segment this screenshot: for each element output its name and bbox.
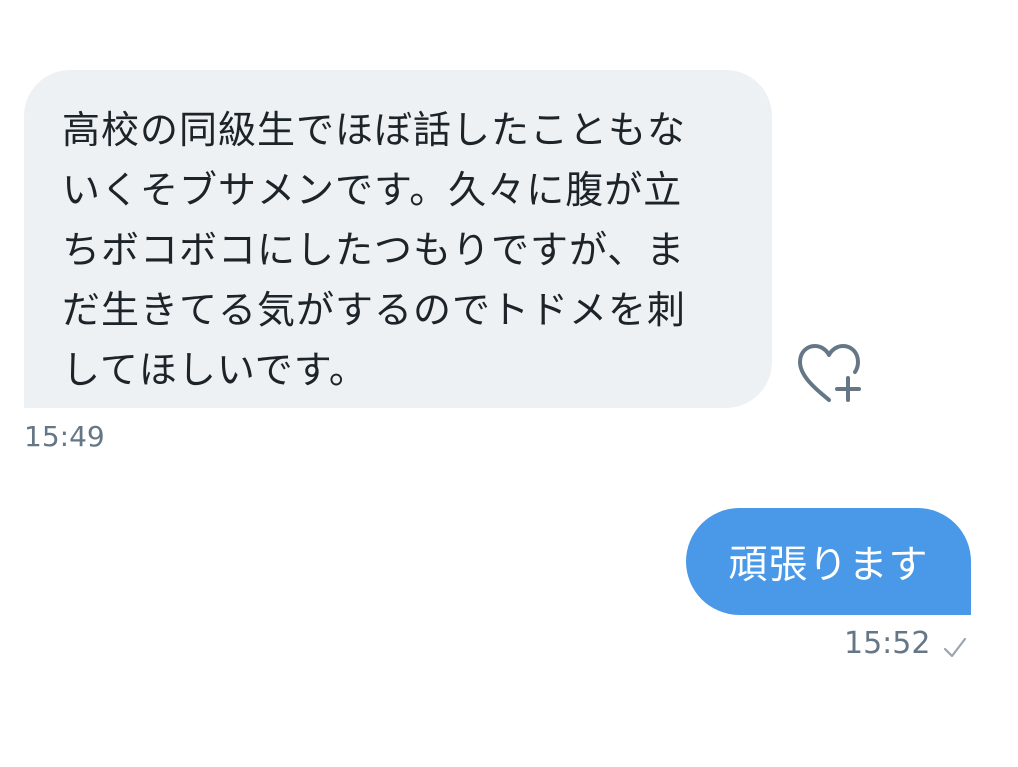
- outgoing-message-bubble[interactable]: 頑張ります: [686, 508, 971, 615]
- outgoing-message-text: 頑張ります: [728, 542, 929, 588]
- heart-plus-icon[interactable]: [796, 340, 868, 406]
- outgoing-message-time: 15:52: [844, 626, 931, 661]
- incoming-message-text: 高校の同級生でほぼ話したこともな いくそブサメンです。久々に腹が立 ちボコボコに…: [62, 108, 687, 392]
- incoming-message-bubble[interactable]: 高校の同級生でほぼ話したこともな いくそブサメンです。久々に腹が立 ちボコボコに…: [24, 70, 772, 408]
- conversation: 高校の同級生でほぼ話したこともな いくそブサメンです。久々に腹が立 ちボコボコに…: [0, 0, 1018, 767]
- incoming-message-time: 15:49: [24, 420, 105, 453]
- check-icon: [943, 637, 967, 658]
